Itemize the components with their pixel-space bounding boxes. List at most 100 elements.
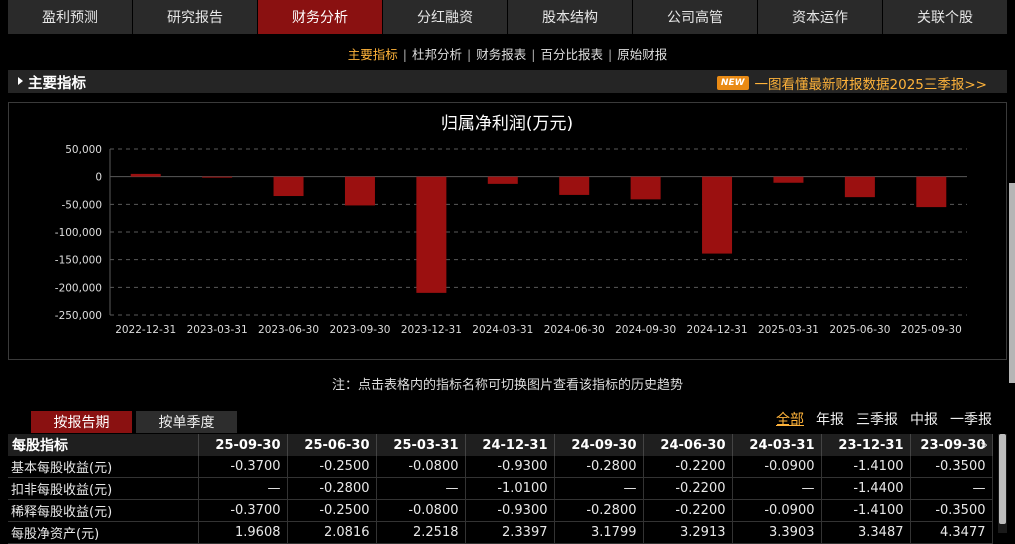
- table-cell: -0.2800: [554, 499, 644, 522]
- table-cell: -1.4400: [821, 477, 911, 500]
- x-tick-label: 2023-12-31: [401, 324, 462, 336]
- x-tick-label: 2023-09-30: [329, 324, 390, 336]
- table-cell: -0.3700: [198, 499, 288, 522]
- table-header-row: 每股指标 25-09-30 25-06-30 25-03-31 24-12-31 24-0…: [8, 434, 993, 456]
- x-tick-label: 2025-09-30: [901, 324, 962, 336]
- top-tab-1[interactable]: 研究报告: [133, 0, 257, 34]
- page-scrollbar-thumb[interactable]: [1009, 183, 1015, 383]
- chart-note: 注：点击表格内的指标名称可切换图片查看该指标的历史趋势: [331, 378, 683, 393]
- bar-2023-12-31: [416, 176, 447, 293]
- subnav-separator: |: [402, 47, 407, 62]
- subnav-item-1[interactable]: 杜邦分析: [410, 47, 464, 62]
- latest-report-link[interactable]: NEW 一图看懂最新财报数据2025三季报>>: [716, 73, 987, 93]
- table-column-header: 25-06-30: [287, 434, 377, 456]
- table-cell: -0.9300: [465, 456, 555, 478]
- table-cell: —: [554, 477, 644, 500]
- table-column-header: 24-09-30: [554, 434, 644, 456]
- report-type-filters: 全部 年报 三季报 中报 一季报: [764, 409, 992, 429]
- x-tick-label: 2025-03-31: [758, 324, 819, 336]
- period-tab-0[interactable]: 按报告期: [31, 411, 132, 433]
- filter-0[interactable]: 全部: [776, 409, 804, 429]
- period-tab-1[interactable]: 按单季度: [136, 411, 237, 433]
- top-tab-6[interactable]: 资本运作: [758, 0, 882, 34]
- table-cell: -0.2500: [287, 499, 377, 522]
- filter-1[interactable]: 年报: [816, 409, 844, 429]
- subnav-separator: |: [531, 47, 536, 62]
- bar-2023-03-31: [202, 176, 233, 178]
- bar-2023-09-30: [344, 176, 375, 206]
- table-cell: -0.0800: [376, 499, 466, 522]
- y-tick-label: -200,000: [55, 282, 102, 294]
- bar-2025-06-30: [844, 176, 875, 198]
- y-tick-label: -100,000: [55, 227, 102, 239]
- bar-2022-12-31: [130, 173, 161, 177]
- table-cell: -0.3700: [198, 456, 288, 478]
- net-profit-chart-svg: 归属净利润(万元) 50,000 0 -50,000 -100,000 -150,000 -…: [55, 114, 967, 336]
- top-tab-3[interactable]: 分红融资: [383, 0, 507, 34]
- y-tick-label: -250,000: [55, 310, 102, 322]
- y-tick-label: 50,000: [65, 144, 102, 156]
- table-cell: -1.4100: [821, 456, 911, 478]
- y-tick-label: -150,000: [55, 255, 102, 267]
- financial-indicators-table: 每股指标 25-09-30 25-06-30 25-03-31 24-12-31 24-0…: [8, 434, 993, 544]
- top-navigation: 盈利预测 研究报告 财务分析 分红融资 股本结构 公司高管 资本运作 关联个股: [8, 0, 1007, 34]
- scroll-columns-right-icon[interactable]: »: [975, 436, 993, 456]
- x-tick-label: 2023-06-30: [258, 324, 319, 336]
- indicator-name-link[interactable]: 扣非每股收益(元): [8, 477, 199, 500]
- table-cell: -0.2200: [643, 477, 733, 500]
- top-tab-7[interactable]: 关联个股: [883, 0, 1007, 34]
- table-cell: -1.4100: [821, 499, 911, 522]
- table-cell: -0.2800: [554, 456, 644, 478]
- table-cell: -0.0800: [376, 456, 466, 478]
- top-tab-2[interactable]: 财务分析: [258, 0, 382, 34]
- table-column-header: 24-06-30: [643, 434, 733, 456]
- subnav-item-3[interactable]: 百分比报表: [538, 47, 605, 62]
- section-header-bar: 主要指标 NEW 一图看懂最新财报数据2025三季报>>: [8, 70, 1007, 93]
- table-cell: —: [198, 477, 288, 500]
- table-scrollbar[interactable]: [998, 434, 1007, 533]
- subnav-separator: |: [607, 47, 613, 62]
- x-tick-label: 2024-06-30: [544, 324, 605, 336]
- x-tick-label: 2022-12-31: [115, 324, 176, 336]
- top-tab-0[interactable]: 盈利预测: [8, 0, 132, 34]
- latest-report-link-text: 一图看懂最新财报数据2025三季报>>: [754, 77, 987, 93]
- subnav-item-2[interactable]: 财务报表: [474, 47, 528, 62]
- bar-2024-03-31: [487, 176, 518, 184]
- caret-right-icon: [18, 77, 23, 85]
- table-scrollbar-thumb[interactable]: [999, 434, 1006, 524]
- table-cell: —: [376, 477, 466, 500]
- table-group-header: 每股指标: [8, 434, 199, 456]
- table-cell: -0.3500: [910, 456, 993, 478]
- filter-2[interactable]: 三季报: [856, 409, 898, 429]
- bar-2024-09-30: [630, 176, 661, 200]
- indicator-name-link[interactable]: 稀释每股收益(元): [8, 499, 199, 522]
- filter-4[interactable]: 一季报: [950, 409, 992, 429]
- x-tick-label: 2024-12-31: [687, 324, 748, 336]
- bar-2025-03-31: [773, 176, 804, 183]
- sub-navigation: 主要指标 | 杜邦分析 | 财务报表 | 百分比报表 | 原始财报: [0, 44, 1015, 63]
- x-tick-label: 2024-03-31: [472, 324, 533, 336]
- bar-2023-06-30: [273, 176, 304, 197]
- subnav-item-0[interactable]: 主要指标: [346, 47, 400, 62]
- filter-3[interactable]: 中报: [910, 409, 938, 429]
- table-cell: -0.2200: [643, 499, 733, 522]
- top-tab-5[interactable]: 公司高管: [633, 0, 757, 34]
- table-row: 稀释每股收益(元) -0.3700 -0.2500 -0.0800 -0.9300 -0.…: [8, 499, 993, 522]
- bar-2025-09-30: [916, 176, 947, 208]
- subnav-item-4[interactable]: 原始财报: [615, 47, 669, 62]
- bar-2024-06-30: [559, 176, 590, 195]
- y-tick-label: -50,000: [61, 199, 102, 211]
- net-profit-chart: 归属净利润(万元) 50,000 0 -50,000 -100,000 -150,000 -…: [8, 102, 1007, 360]
- x-tick-label: 2025-06-30: [829, 324, 890, 336]
- table-column-header: 25-03-31: [376, 434, 466, 456]
- section-title: 主要指标: [28, 76, 86, 92]
- indicator-name-link[interactable]: 基本每股收益(元): [8, 456, 199, 478]
- chart-title: 归属净利润(万元): [441, 114, 573, 134]
- table-cell: -0.9300: [465, 499, 555, 522]
- table-row: 基本每股收益(元) -0.3700 -0.2500 -0.0800 -0.9300 -0.…: [8, 456, 993, 478]
- table-cell: —: [732, 477, 822, 500]
- x-tick-label: 2023-03-31: [187, 324, 248, 336]
- top-tab-4[interactable]: 股本结构: [508, 0, 632, 34]
- table-cell: -0.3500: [910, 499, 993, 522]
- table-cell: —: [910, 477, 993, 500]
